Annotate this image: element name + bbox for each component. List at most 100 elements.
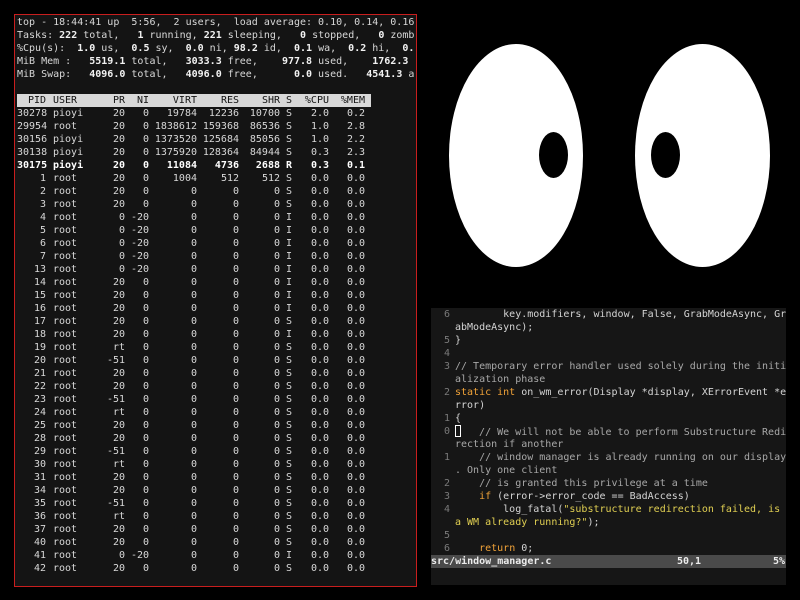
- process-row[interactable]: 30175 pioyi 20 0 11084 4736 2688 R 0.3 0.1: [17, 159, 415, 172]
- process-res-cell: 0: [232, 355, 239, 366]
- col-shr[interactable]: SHR: [241, 94, 280, 107]
- process-res-cell: 0: [232, 264, 239, 275]
- vim-line-text: key.modifiers, window, False, GrabModeAs…: [455, 308, 786, 321]
- process-row[interactable]: 34 root 20 0 0 0 0 S 0.0 0.0: [17, 484, 415, 497]
- process-row[interactable]: 14 root 20 0 0 0 0 I 0.0 0.0: [17, 276, 415, 289]
- process-row[interactable]: 6 root 0 -20 0 0 0 I 0.0 0.0: [17, 237, 415, 250]
- vim-line[interactable]: abModeAsync);: [431, 321, 786, 334]
- process-row[interactable]: 2 root 20 0 0 0 0 S 0.0 0.0: [17, 185, 415, 198]
- process-row[interactable]: 20 root -51 0 0 0 0 S 0.0 0.0: [17, 354, 415, 367]
- process-row[interactable]: 16 root 20 0 0 0 0 I 0.0 0.0: [17, 302, 415, 315]
- process-virt-cell: 0: [190, 433, 197, 444]
- process-row[interactable]: 29954 root 20 0 1838612 159368 86536 S 1.0 2.8: [17, 120, 415, 133]
- process-pr-cell: 0: [118, 550, 125, 561]
- vim-editor-window[interactable]: 6 key.modifiers, window, False, GrabMode…: [431, 308, 786, 585]
- vim-line[interactable]: 3 if (error->error_code == BadAccess): [431, 490, 786, 503]
- process-pid-cell: 31: [33, 472, 46, 483]
- process-user-cell: root: [53, 342, 78, 353]
- vim-line[interactable]: 6 return 0;: [431, 542, 786, 555]
- col-res[interactable]: RES: [198, 94, 239, 107]
- process-res-cell: 0: [232, 485, 239, 496]
- vim-line[interactable]: 1 // window manager is already running o…: [431, 451, 786, 464]
- process-s-cell: S: [286, 342, 293, 353]
- process-row[interactable]: 37 root 20 0 0 0 0 S 0.0 0.0: [17, 523, 415, 536]
- top-terminal-window[interactable]: top - 18:44:41 up 5:56, 2 users, load av…: [14, 14, 417, 587]
- vim-line[interactable]: 2 // is granted this privilege at a time: [431, 477, 786, 490]
- process-user-cell: root: [53, 433, 78, 444]
- process-pr-cell: -51: [106, 498, 125, 509]
- vim-line[interactable]: 6 key.modifiers, window, False, GrabMode…: [431, 308, 786, 321]
- vim-line[interactable]: alization phase: [431, 373, 786, 386]
- process-row[interactable]: 4 root 0 -20 0 0 0 I 0.0 0.0: [17, 211, 415, 224]
- vim-line[interactable]: . Only one client: [431, 464, 786, 477]
- process-pid-cell: 35: [33, 498, 46, 509]
- process-row[interactable]: 30138 pioyi 20 0 1375920 128364 84944 S 0.3 2.3: [17, 146, 415, 159]
- col-mem[interactable]: %MEM: [333, 94, 365, 107]
- process-row[interactable]: 30156 pioyi 20 0 1373520 125684 85056 S 1.0 2.2: [17, 133, 415, 146]
- vim-line[interactable]: 5}: [431, 334, 786, 347]
- process-virt-cell: 0: [190, 238, 197, 249]
- process-row[interactable]: 30278 pioyi 20 0 19784 12236 10700 S 2.0 0.2: [17, 107, 415, 120]
- col-cpu[interactable]: %CPU: [299, 94, 329, 107]
- col-pr[interactable]: PR: [103, 94, 125, 107]
- process-row[interactable]: 24 root rt 0 0 0 0 S 0.0 0.0: [17, 406, 415, 419]
- vim-line[interactable]: 4 log_fatal("substructure redirection fa…: [431, 503, 786, 516]
- vim-token: // Temporary error handler used solely d…: [455, 361, 786, 372]
- process-cpu-cell: 0.0: [310, 316, 329, 327]
- process-pid-cell: 6: [39, 238, 46, 249]
- process-row[interactable]: 25 root 20 0 0 0 0 S 0.0 0.0: [17, 419, 415, 432]
- process-user-cell: root: [53, 355, 78, 366]
- col-pid[interactable]: PID: [17, 94, 46, 107]
- mem-buff: 1762.3: [372, 56, 409, 67]
- process-pr-cell: 20: [112, 329, 125, 340]
- process-row[interactable]: 41 root 0 -20 0 0 0 I 0.0 0.0: [17, 549, 415, 562]
- process-row[interactable]: 23 root -51 0 0 0 0 S 0.0 0.0: [17, 393, 415, 406]
- col-state[interactable]: S: [286, 94, 294, 107]
- process-row[interactable]: 29 root -51 0 0 0 0 S 0.0 0.0: [17, 445, 415, 458]
- process-row[interactable]: 5 root 0 -20 0 0 0 I 0.0 0.0: [17, 224, 415, 237]
- process-pr-cell: 20: [112, 160, 125, 171]
- process-row[interactable]: 30 root rt 0 0 0 0 S 0.0 0.0: [17, 458, 415, 471]
- cpu-wa: 0.1: [293, 43, 313, 54]
- col-ni[interactable]: NI: [128, 94, 149, 107]
- vim-line-text: . Only one client: [455, 464, 557, 477]
- vim-line[interactable]: 3 // Temporary error handler used solely …: [431, 360, 786, 373]
- vim-line[interactable]: 0 // We will not be able to perform Subs…: [431, 425, 786, 438]
- vim-line[interactable]: rror): [431, 399, 786, 412]
- process-pid-cell: 37: [33, 524, 46, 535]
- process-row[interactable]: 15 root 20 0 0 0 0 I 0.0 0.0: [17, 289, 415, 302]
- process-table-header[interactable]: PID USER PR NI VIRT RES SHR S %CPU %MEM: [17, 94, 371, 107]
- process-row[interactable]: 22 root 20 0 0 0 0 S 0.0 0.0: [17, 380, 415, 393]
- process-shr-cell: 10700: [249, 108, 280, 119]
- process-cpu-cell: 0.0: [310, 433, 329, 444]
- process-row[interactable]: 17 root 20 0 0 0 0 S 0.0 0.0: [17, 315, 415, 328]
- process-s-cell: S: [286, 186, 293, 197]
- process-row[interactable]: 21 root 20 0 0 0 0 S 0.0 0.0: [17, 367, 415, 380]
- process-row[interactable]: 42 root 20 0 0 0 0 S 0.0 0.0: [17, 562, 415, 575]
- vim-line[interactable]: 4: [431, 347, 786, 360]
- process-cpu-cell: 2.0: [310, 108, 329, 119]
- process-row[interactable]: 28 root 20 0 0 0 0 S 0.0 0.0: [17, 432, 415, 445]
- vim-line[interactable]: a WM already running?");: [431, 516, 786, 529]
- process-row[interactable]: 19 root rt 0 0 0 0 S 0.0 0.0: [17, 341, 415, 354]
- process-row[interactable]: 35 root -51 0 0 0 0 S 0.0 0.0: [17, 497, 415, 510]
- vim-line[interactable]: rection if another: [431, 438, 786, 451]
- process-mem-cell: 0.0: [346, 472, 365, 483]
- col-virt[interactable]: VIRT: [152, 94, 197, 107]
- process-row[interactable]: 18 root 20 0 0 0 0 I 0.0 0.0: [17, 328, 415, 341]
- vim-line[interactable]: 5: [431, 529, 786, 542]
- process-row[interactable]: 13 root 0 -20 0 0 0 I 0.0 0.0: [17, 263, 415, 276]
- process-pr-cell: 0: [118, 238, 125, 249]
- process-row[interactable]: 40 root 20 0 0 0 0 S 0.0 0.0: [17, 536, 415, 549]
- process-pr-cell: 20: [112, 316, 125, 327]
- vim-line[interactable]: 1{: [431, 412, 786, 425]
- vim-line[interactable]: 2 static int on_wm_error(Display *display…: [431, 386, 786, 399]
- process-s-cell: S: [286, 407, 293, 418]
- process-row[interactable]: 7 root 0 -20 0 0 0 I 0.0 0.0: [17, 250, 415, 263]
- process-row[interactable]: 31 root 20 0 0 0 0 S 0.0 0.0: [17, 471, 415, 484]
- process-row[interactable]: 1 root 20 0 1004 512 512 S 0.0 0.0: [17, 172, 415, 185]
- mem-total: 5519.1: [89, 56, 126, 67]
- process-row[interactable]: 3 root 20 0 0 0 0 S 0.0 0.0: [17, 198, 415, 211]
- process-row[interactable]: 36 root rt 0 0 0 0 S 0.0 0.0: [17, 510, 415, 523]
- col-user[interactable]: USER: [53, 94, 93, 107]
